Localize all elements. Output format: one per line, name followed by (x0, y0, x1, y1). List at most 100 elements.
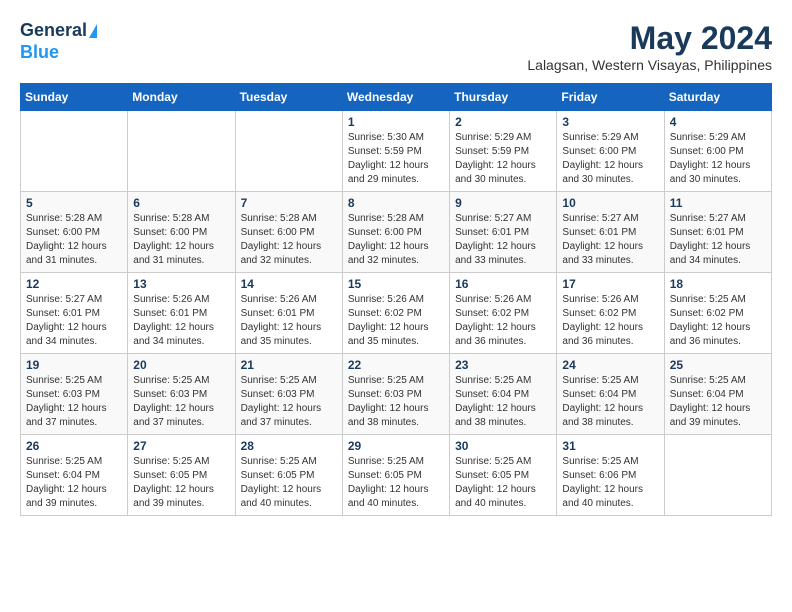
calendar-cell: 28 Sunrise: 5:25 AM Sunset: 6:05 PM Dayli… (235, 435, 342, 516)
header-friday: Friday (557, 84, 664, 111)
day-number: 29 (348, 439, 444, 453)
calendar-cell: 9 Sunrise: 5:27 AM Sunset: 6:01 PM Daylig… (450, 192, 557, 273)
calendar-cell: 17 Sunrise: 5:26 AM Sunset: 6:02 PM Dayli… (557, 273, 664, 354)
day-number: 31 (562, 439, 658, 453)
week-row-4: 26 Sunrise: 5:25 AM Sunset: 6:04 PM Dayli… (21, 435, 772, 516)
calendar-cell: 12 Sunrise: 5:27 AM Sunset: 6:01 PM Dayli… (21, 273, 128, 354)
day-number: 2 (455, 115, 551, 129)
day-number: 14 (241, 277, 337, 291)
location: Lalagsan, Western Visayas, Philippines (527, 57, 772, 73)
day-detail: Sunrise: 5:26 AM Sunset: 6:01 PM Dayligh… (241, 293, 337, 349)
day-number: 8 (348, 196, 444, 210)
header-monday: Monday (128, 84, 235, 111)
day-number: 28 (241, 439, 337, 453)
calendar-cell: 29 Sunrise: 5:25 AM Sunset: 6:05 PM Dayli… (342, 435, 449, 516)
day-detail: Sunrise: 5:25 AM Sunset: 6:05 PM Dayligh… (348, 455, 444, 511)
header-tuesday: Tuesday (235, 84, 342, 111)
day-detail: Sunrise: 5:25 AM Sunset: 6:04 PM Dayligh… (26, 455, 122, 511)
day-number: 3 (562, 115, 658, 129)
day-number: 25 (670, 358, 766, 372)
day-number: 17 (562, 277, 658, 291)
day-number: 10 (562, 196, 658, 210)
day-detail: Sunrise: 5:28 AM Sunset: 6:00 PM Dayligh… (348, 212, 444, 268)
day-detail: Sunrise: 5:25 AM Sunset: 6:04 PM Dayligh… (562, 374, 658, 430)
day-detail: Sunrise: 5:27 AM Sunset: 6:01 PM Dayligh… (26, 293, 122, 349)
calendar-cell: 7 Sunrise: 5:28 AM Sunset: 6:00 PM Daylig… (235, 192, 342, 273)
day-number: 9 (455, 196, 551, 210)
day-detail: Sunrise: 5:25 AM Sunset: 6:05 PM Dayligh… (455, 455, 551, 511)
calendar-cell: 13Sunrise: 5:26 AM Sunset: 6:01 PM Dayli… (128, 273, 235, 354)
day-number: 24 (562, 358, 658, 372)
calendar-cell: 20Sunrise: 5:25 AM Sunset: 6:03 PM Dayli… (128, 354, 235, 435)
logo-text: General (20, 20, 97, 42)
day-number: 26 (26, 439, 122, 453)
day-number: 22 (348, 358, 444, 372)
calendar-cell: 15 Sunrise: 5:26 AM Sunset: 6:02 PM Dayli… (342, 273, 449, 354)
calendar-cell (128, 111, 235, 192)
day-detail: Sunrise: 5:25 AM Sunset: 6:05 PM Dayligh… (241, 455, 337, 511)
day-detail: Sunrise: 5:27 AM Sunset: 6:01 PM Dayligh… (562, 212, 658, 268)
day-number: 19 (26, 358, 122, 372)
header-sunday: Sunday (21, 84, 128, 111)
day-detail: Sunrise: 5:29 AM Sunset: 5:59 PM Dayligh… (455, 131, 551, 187)
day-number: 6 (133, 196, 229, 210)
calendar-cell: 18Sunrise: 5:25 AM Sunset: 6:02 PM Dayli… (664, 273, 771, 354)
day-number: 12 (26, 277, 122, 291)
day-detail: Sunrise: 5:28 AM Sunset: 6:00 PM Dayligh… (26, 212, 122, 268)
month-title: May 2024 (527, 20, 772, 57)
day-detail: Sunrise: 5:27 AM Sunset: 6:01 PM Dayligh… (455, 212, 551, 268)
day-number: 7 (241, 196, 337, 210)
logo-blue-text: Blue (20, 42, 59, 62)
week-row-1: 5 Sunrise: 5:28 AM Sunset: 6:00 PM Daylig… (21, 192, 772, 273)
calendar-cell: 10 Sunrise: 5:27 AM Sunset: 6:01 PM Dayli… (557, 192, 664, 273)
calendar-cell: 31 Sunrise: 5:25 AM Sunset: 6:06 PM Dayli… (557, 435, 664, 516)
calendar-cell: 21Sunrise: 5:25 AM Sunset: 6:03 PM Dayli… (235, 354, 342, 435)
week-row-0: 1Sunrise: 5:30 AM Sunset: 5:59 PM Daylig… (21, 111, 772, 192)
calendar-cell: 3 Sunrise: 5:29 AM Sunset: 6:00 PM Daylig… (557, 111, 664, 192)
calendar-cell: 27 Sunrise: 5:25 AM Sunset: 6:05 PM Dayli… (128, 435, 235, 516)
day-detail: Sunrise: 5:26 AM Sunset: 6:02 PM Dayligh… (562, 293, 658, 349)
calendar-cell: 5 Sunrise: 5:28 AM Sunset: 6:00 PM Daylig… (21, 192, 128, 273)
week-row-2: 12 Sunrise: 5:27 AM Sunset: 6:01 PM Dayli… (21, 273, 772, 354)
calendar-cell: 8 Sunrise: 5:28 AM Sunset: 6:00 PM Daylig… (342, 192, 449, 273)
day-detail: Sunrise: 5:26 AM Sunset: 6:02 PM Dayligh… (455, 293, 551, 349)
calendar-cell: 23Sunrise: 5:25 AM Sunset: 6:04 PM Dayli… (450, 354, 557, 435)
day-number: 15 (348, 277, 444, 291)
calendar-cell: 30 Sunrise: 5:25 AM Sunset: 6:05 PM Dayli… (450, 435, 557, 516)
day-detail: Sunrise: 5:25 AM Sunset: 6:06 PM Dayligh… (562, 455, 658, 511)
title-area: May 2024 Lalagsan, Western Visayas, Phil… (527, 20, 772, 73)
day-detail: Sunrise: 5:25 AM Sunset: 6:04 PM Dayligh… (670, 374, 766, 430)
header-thursday: Thursday (450, 84, 557, 111)
header-wednesday: Wednesday (342, 84, 449, 111)
day-detail: Sunrise: 5:26 AM Sunset: 6:01 PM Dayligh… (133, 293, 229, 349)
calendar-cell: 19 Sunrise: 5:25 AM Sunset: 6:03 PM Dayli… (21, 354, 128, 435)
day-detail: Sunrise: 5:25 AM Sunset: 6:03 PM Dayligh… (348, 374, 444, 430)
day-detail: Sunrise: 5:29 AM Sunset: 6:00 PM Dayligh… (562, 131, 658, 187)
day-number: 30 (455, 439, 551, 453)
day-number: 4 (670, 115, 766, 129)
calendar-cell: 6 Sunrise: 5:28 AM Sunset: 6:00 PM Daylig… (128, 192, 235, 273)
day-detail: Sunrise: 5:25 AM Sunset: 6:03 PM Dayligh… (26, 374, 122, 430)
calendar-cell: 1Sunrise: 5:30 AM Sunset: 5:59 PM Daylig… (342, 111, 449, 192)
calendar-cell: 24 Sunrise: 5:25 AM Sunset: 6:04 PM Dayli… (557, 354, 664, 435)
calendar-cell: 22 Sunrise: 5:25 AM Sunset: 6:03 PM Dayli… (342, 354, 449, 435)
day-detail: Sunrise: 5:25 AM Sunset: 6:03 PM Dayligh… (133, 374, 229, 430)
day-number: 11 (670, 196, 766, 210)
day-detail: Sunrise: 5:26 AM Sunset: 6:02 PM Dayligh… (348, 293, 444, 349)
day-detail: Sunrise: 5:25 AM Sunset: 6:05 PM Dayligh… (133, 455, 229, 511)
day-number: 27 (133, 439, 229, 453)
calendar-cell: 25 Sunrise: 5:25 AM Sunset: 6:04 PM Dayli… (664, 354, 771, 435)
day-number: 5 (26, 196, 122, 210)
calendar-cell: 11 Sunrise: 5:27 AM Sunset: 6:01 PM Dayli… (664, 192, 771, 273)
calendar-cell: 4Sunrise: 5:29 AM Sunset: 6:00 PM Daylig… (664, 111, 771, 192)
calendar-cell: 14 Sunrise: 5:26 AM Sunset: 6:01 PM Dayli… (235, 273, 342, 354)
day-detail: Sunrise: 5:27 AM Sunset: 6:01 PM Dayligh… (670, 212, 766, 268)
calendar-cell (664, 435, 771, 516)
page-header: General Blue May 2024 Lalagsan, Western … (20, 20, 772, 73)
day-detail: Sunrise: 5:28 AM Sunset: 6:00 PM Dayligh… (133, 212, 229, 268)
week-row-3: 19 Sunrise: 5:25 AM Sunset: 6:03 PM Dayli… (21, 354, 772, 435)
calendar-cell: 26 Sunrise: 5:25 AM Sunset: 6:04 PM Dayli… (21, 435, 128, 516)
day-detail: Sunrise: 5:25 AM Sunset: 6:03 PM Dayligh… (241, 374, 337, 430)
calendar-cell (235, 111, 342, 192)
day-detail: Sunrise: 5:28 AM Sunset: 6:00 PM Dayligh… (241, 212, 337, 268)
